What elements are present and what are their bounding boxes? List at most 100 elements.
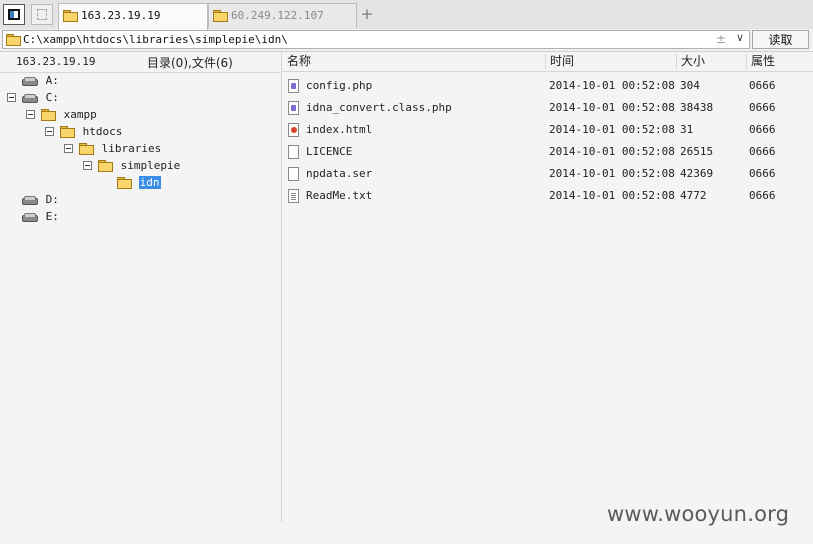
tree-node-libraries[interactable]: libraries <box>79 141 162 156</box>
column-divider[interactable] <box>545 54 546 69</box>
file-name: index.html <box>306 123 373 136</box>
tree-node-label: A: <box>45 74 59 87</box>
tree-node-label: simplepie <box>120 159 181 172</box>
text-file-icon <box>288 189 299 203</box>
file-attr: 0666 <box>749 101 776 114</box>
file-name: ReadMe.txt <box>306 189 373 202</box>
column-header-name[interactable]: 名称 <box>287 53 311 70</box>
file-time: 2014-10-01 00:52:08 <box>549 101 675 114</box>
tree-node-label: htdocs <box>82 125 123 138</box>
collapse-toggle-simplepie[interactable] <box>83 161 92 170</box>
tree-node-xampp[interactable]: xampp <box>41 107 98 122</box>
column-header-size[interactable]: 大小 <box>681 53 705 70</box>
column-header-time[interactable]: 时间 <box>550 53 574 70</box>
file-name: LICENCE <box>306 145 353 158</box>
file-size: 42369 <box>680 167 714 180</box>
pin-icon[interactable]: ± <box>716 32 726 46</box>
php-file-icon <box>288 79 299 93</box>
tab-host-2[interactable]: 60.249.122.107 <box>208 3 357 28</box>
file-row[interactable]: ReadMe.txt 2014-10-01 00:52:08 4772 0666 <box>282 185 813 207</box>
file-attr: 0666 <box>749 167 776 180</box>
folder-icon <box>41 109 56 121</box>
file-size: 304 <box>680 79 700 92</box>
folder-icon <box>63 10 78 22</box>
item-counts: 目录(0),文件(6) <box>147 56 233 70</box>
folder-icon <box>79 143 94 155</box>
tab-host-1[interactable]: 163.23.19.19 <box>58 3 208 30</box>
collapse-toggle-libraries[interactable] <box>64 144 73 153</box>
tree-node-label: libraries <box>101 142 162 155</box>
file-name: idna_convert.class.php <box>306 101 452 114</box>
tree-node-drive-a[interactable]: A: <box>22 73 60 88</box>
file-list-header: 名称 时间 大小 属性 <box>282 52 813 72</box>
path-field-wrapper: ± ∨ <box>2 30 750 49</box>
panel-icon <box>8 9 20 20</box>
chevron-down-icon[interactable]: ∨ <box>736 31 744 44</box>
html-file-icon <box>288 123 299 137</box>
collapse-toggle-xampp[interactable] <box>26 110 35 119</box>
file-time: 2014-10-01 00:52:08 <box>549 189 675 202</box>
blank-file-icon <box>288 167 299 181</box>
drive-icon <box>22 196 38 205</box>
folder-icon <box>213 10 228 22</box>
file-row[interactable]: config.php 2014-10-01 00:52:08 304 0666 <box>282 75 813 97</box>
tree-node-label-selected: idn <box>138 176 161 189</box>
collapse-toggle-c[interactable] <box>7 93 16 102</box>
drive-icon <box>22 213 38 222</box>
tree-node-label: D: <box>45 193 59 206</box>
blank-file-icon <box>288 145 299 159</box>
tree-node-drive-d[interactable]: D: <box>22 192 60 207</box>
open-folder-icon <box>117 177 132 189</box>
file-time: 2014-10-01 00:52:08 <box>549 79 675 92</box>
file-time: 2014-10-01 00:52:08 <box>549 145 675 158</box>
tree-node-label: xampp <box>63 108 97 121</box>
tree-node-drive-e[interactable]: E: <box>22 209 60 224</box>
column-header-attr[interactable]: 属性 <box>751 53 775 70</box>
file-size: 26515 <box>680 145 714 158</box>
file-name: config.php <box>306 79 373 92</box>
tree-node-label: E: <box>45 210 59 223</box>
file-size: 31 <box>680 123 694 136</box>
folder-icon <box>60 126 75 138</box>
file-time: 2014-10-01 00:52:08 <box>549 123 675 136</box>
file-attr: 0666 <box>749 79 776 92</box>
file-size: 4772 <box>680 189 707 202</box>
file-row[interactable]: LICENCE 2014-10-01 00:52:08 26515 0666 <box>282 141 813 163</box>
tab-bar: 163.23.19.19 60.249.122.107 + <box>0 0 813 30</box>
file-list-pane: 名称 时间 大小 属性 config.php 2014-10-01 00:52:… <box>282 52 813 522</box>
watermark-text: www.wooyun.org <box>607 502 790 526</box>
tree-node-htdocs[interactable]: htdocs <box>60 124 123 139</box>
path-input[interactable] <box>23 32 703 47</box>
folder-icon <box>6 34 21 46</box>
file-attr: 0666 <box>749 123 776 136</box>
file-row[interactable]: npdata.ser 2014-10-01 00:52:08 42369 066… <box>282 163 813 185</box>
column-divider[interactable] <box>676 54 677 69</box>
tree-node-simplepie[interactable]: simplepie <box>98 158 181 173</box>
tree-header: 163.23.19.19 目录(0),文件(6) <box>0 52 281 73</box>
tab-label: 60.249.122.107 <box>231 9 324 22</box>
file-attr: 0666 <box>749 189 776 202</box>
folder-icon <box>98 160 113 172</box>
php-file-icon <box>288 101 299 115</box>
toggle-panel-button[interactable] <box>3 4 25 25</box>
column-divider[interactable] <box>746 54 747 69</box>
tree-node-idn[interactable]: idn <box>117 175 161 190</box>
blank-page-icon <box>37 9 47 20</box>
file-row[interactable]: index.html 2014-10-01 00:52:08 31 0666 <box>282 119 813 141</box>
tab-label: 163.23.19.19 <box>81 9 161 22</box>
add-tab-button[interactable]: + <box>360 6 374 22</box>
file-size: 38438 <box>680 101 714 114</box>
drive-icon <box>22 77 38 86</box>
host-address: 163.23.19.19 <box>16 55 96 68</box>
file-time: 2014-10-01 00:52:08 <box>549 167 675 180</box>
directory-tree-pane: 163.23.19.19 目录(0),文件(6) A: C: xampp htd… <box>0 52 281 522</box>
path-bar: ± ∨ 读取 <box>0 29 813 52</box>
collapse-toggle-htdocs[interactable] <box>45 127 54 136</box>
tree-node-label: C: <box>45 91 59 104</box>
blank-tab-button[interactable] <box>31 4 53 25</box>
read-button[interactable]: 读取 <box>752 30 809 49</box>
drive-icon <box>22 94 38 103</box>
file-attr: 0666 <box>749 145 776 158</box>
file-row[interactable]: idna_convert.class.php 2014-10-01 00:52:… <box>282 97 813 119</box>
tree-node-drive-c[interactable]: C: <box>22 90 60 105</box>
